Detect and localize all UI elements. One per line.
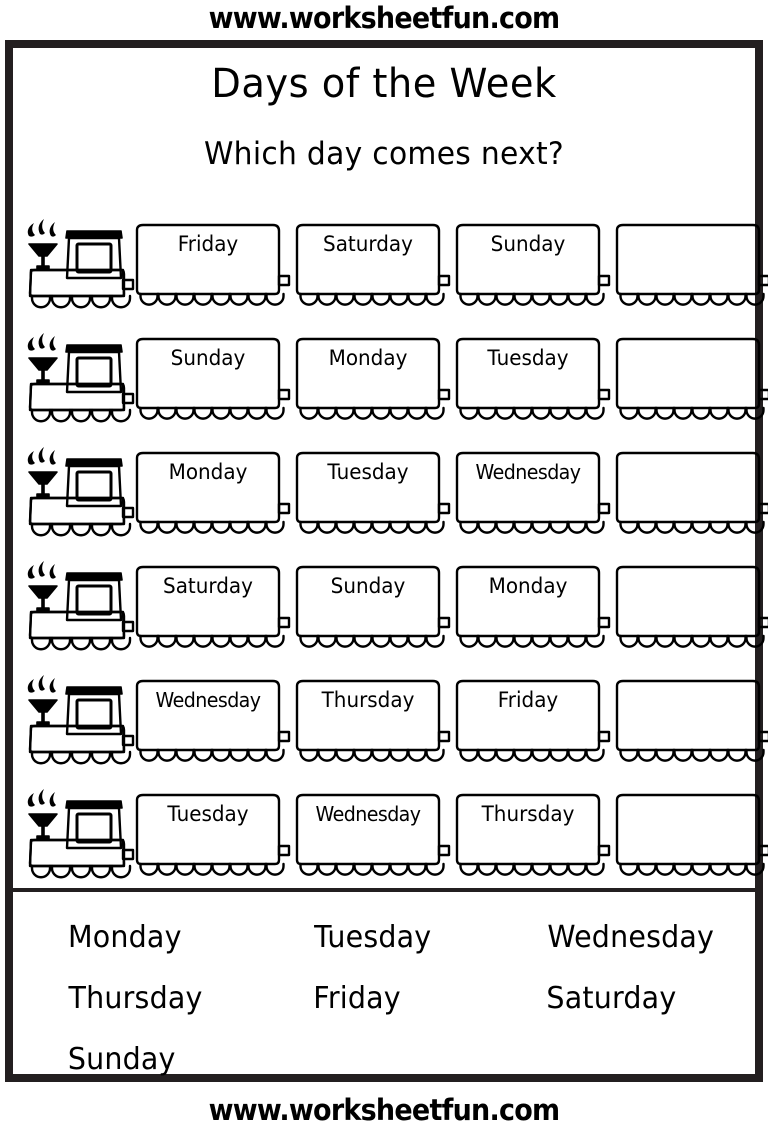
day-carriage: Thursday [453,786,611,882]
train-locomotive-icon [27,789,135,879]
day-carriage: Tuesday [133,786,291,882]
carriage-label: Monday [488,574,568,598]
carriage-label: Wednesday [315,802,421,826]
train-carriage [615,793,768,876]
carriage-label: Wednesday [155,688,261,712]
train-row: Wednesday Thursday Friday [13,672,768,768]
train-carriage [615,679,768,762]
day-carriage: Sunday [133,330,291,426]
carriage-label: Monday [328,346,408,370]
train-locomotive-icon [23,558,135,654]
carriage-label: Sunday [170,346,246,370]
train-locomotive-icon [23,786,135,882]
day-carriage: Wednesday [293,786,451,882]
train-carriage [615,451,768,534]
train-locomotive-icon [23,672,135,768]
word-bank-item: Thursday [68,981,203,1016]
answer-carriage-blank[interactable] [613,558,768,654]
carriage-label: Friday [497,688,559,712]
carriage-label: Tuesday [487,346,569,370]
day-carriage: Saturday [293,216,451,312]
train-row: Tuesday Wednesday Thursday [13,786,768,882]
day-carriage: Saturday [133,558,291,654]
site-label-bottom: www.worksheetfun.com [208,1093,561,1127]
train-row: Friday Saturday Sunday [13,216,768,312]
train-row: Monday Tuesday Wednesday [13,444,768,540]
day-carriage: Wednesday [453,444,611,540]
word-bank: Monday Tuesday Wednesday Thursday Friday Satu… [13,894,755,1077]
word-bank-item: Friday [313,981,401,1016]
day-carriage: Friday [453,672,611,768]
word-bank-item: Sunday [67,1042,176,1077]
carriage-label: Sunday [490,232,566,256]
train-locomotive-icon [27,675,135,765]
carriage-label: Thursday [321,688,415,712]
day-carriage: Tuesday [293,444,451,540]
day-carriage: Wednesday [133,672,291,768]
train-row: Saturday Sunday Monday [13,558,768,654]
word-bank-item: Saturday [546,981,677,1016]
carriage-label: Tuesday [327,460,409,484]
train-locomotive-icon [23,330,135,426]
day-carriage: Monday [293,330,451,426]
answer-carriage-blank[interactable] [613,672,768,768]
word-bank-item: Tuesday [314,920,432,955]
section-divider [13,888,755,892]
carriage-label: Sunday [330,574,406,598]
day-carriage: Thursday [293,672,451,768]
carriage-label: Friday [177,232,239,256]
smoke-puff-icon [27,675,56,693]
train-row: Sunday Monday Tuesday [13,330,768,426]
worksheet-frame: Days of the Week Which day comes next? F… [5,40,768,1082]
site-label-top: www.worksheetfun.com [208,1,561,35]
smoke-puff-icon [27,561,56,579]
train-carriage [615,565,768,648]
answer-carriage-blank[interactable] [613,216,768,312]
train-carriage [615,337,768,420]
train-locomotive-icon [27,333,135,423]
day-carriage: Monday [453,558,611,654]
answer-carriage-blank[interactable] [613,786,768,882]
train-carriage [615,223,768,306]
train-locomotive-icon [27,219,135,309]
word-bank-item: Wednesday [547,920,715,955]
carriage-label: Thursday [481,802,575,826]
day-carriage: Tuesday [453,330,611,426]
carriage-label: Tuesday [167,802,249,826]
answer-carriage-blank[interactable] [613,330,768,426]
smoke-puff-icon [27,333,56,351]
word-bank-item: Monday [67,920,182,955]
carriage-label: Saturday [163,574,253,598]
day-carriage: Friday [133,216,291,312]
carriage-label: Wednesday [475,460,581,484]
smoke-puff-icon [27,447,56,465]
train-locomotive-icon [23,216,135,312]
train-locomotive-icon [27,561,135,651]
day-carriage: Sunday [453,216,611,312]
carriage-label: Saturday [323,232,413,256]
answer-carriage-blank[interactable] [613,444,768,540]
day-carriage: Monday [133,444,291,540]
smoke-puff-icon [27,219,56,237]
smoke-puff-icon [27,789,56,807]
train-locomotive-icon [23,444,135,540]
carriage-label: Monday [168,460,248,484]
day-carriage: Sunday [293,558,451,654]
train-locomotive-icon [27,447,135,537]
